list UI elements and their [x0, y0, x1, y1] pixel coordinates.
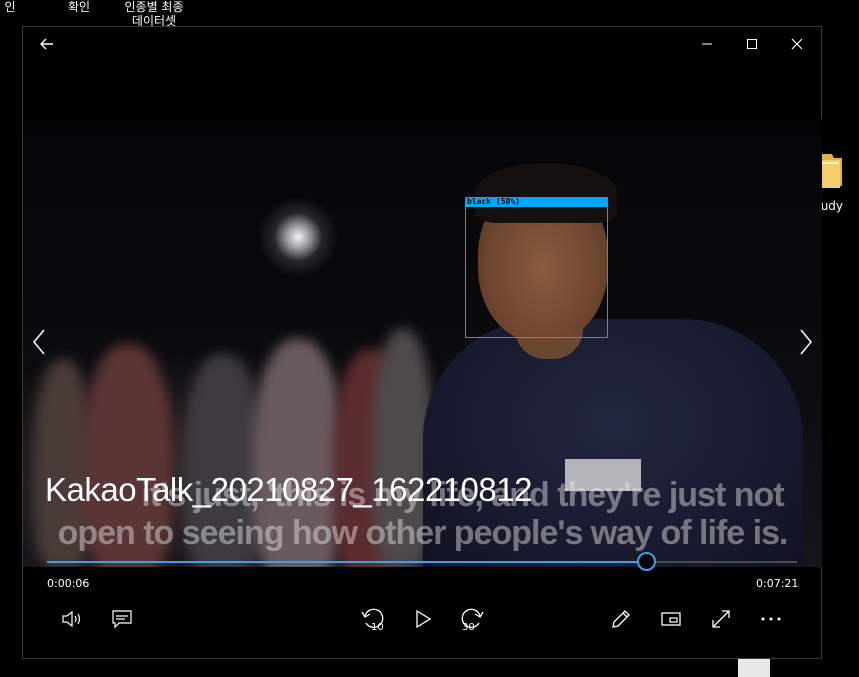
back-button[interactable]	[33, 31, 61, 57]
desktop-item	[738, 658, 770, 677]
chevron-left-icon	[33, 329, 45, 355]
previous-button[interactable]	[28, 327, 52, 357]
fast-forward-icon: 30	[461, 608, 484, 632]
edit-icon	[612, 610, 630, 628]
seek-thumb[interactable]	[637, 552, 656, 571]
next-button[interactable]	[793, 327, 817, 357]
back-arrow-icon	[40, 38, 53, 50]
fullscreen-button[interactable]	[704, 602, 738, 636]
more-icon	[761, 617, 781, 621]
edit-button[interactable]	[604, 602, 638, 636]
seek-progress	[47, 561, 647, 563]
title-bar	[23, 27, 821, 61]
maximize-icon	[747, 39, 757, 49]
play-icon	[416, 609, 432, 629]
fullscreen-icon	[712, 610, 730, 628]
media-player-window: it's just, 'this is my life, and they're…	[22, 26, 822, 659]
seek-bar[interactable]	[47, 552, 797, 571]
mini-view-icon	[661, 612, 681, 626]
mini-view-button[interactable]	[654, 602, 688, 636]
minimize-icon	[702, 43, 712, 45]
detection-label: black (50%)	[465, 197, 608, 207]
play-button[interactable]	[406, 602, 440, 636]
total-time: 0:07:21	[756, 577, 799, 590]
file-title: KakaoTalk_20210827_162210812	[45, 471, 532, 508]
desktop-icon-label[interactable]: 확인	[62, 0, 96, 14]
close-icon	[791, 38, 803, 50]
svg-text:30: 30	[462, 622, 475, 632]
minimize-button[interactable]	[693, 31, 721, 57]
detection-box: black (50%)	[465, 197, 608, 338]
rewind-button[interactable]: 10	[356, 602, 390, 636]
current-time: 0:00:06	[47, 577, 90, 590]
maximize-button[interactable]	[738, 31, 766, 57]
fast-forward-button[interactable]: 30	[455, 602, 489, 636]
subtitles-button[interactable]	[105, 602, 139, 636]
volume-icon	[62, 610, 81, 628]
svg-text:10: 10	[371, 622, 384, 632]
desktop-icon-label[interactable]: 인	[0, 0, 20, 14]
volume-button[interactable]	[55, 602, 89, 636]
desktop-icon-label[interactable]: 인종별 최종 데이터셋	[118, 0, 190, 28]
chevron-right-icon	[800, 329, 812, 355]
video-subtitle-line: open to seeing how other people's way of…	[57, 514, 789, 552]
subtitles-icon	[112, 610, 132, 629]
close-button[interactable]	[783, 31, 811, 57]
more-button[interactable]	[754, 602, 788, 636]
rewind-icon: 10	[361, 608, 384, 632]
